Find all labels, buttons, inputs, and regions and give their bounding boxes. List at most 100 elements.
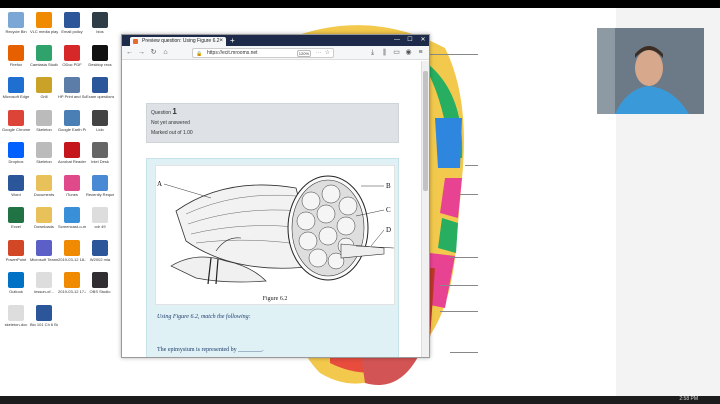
desktop-icon[interactable]: 2019-03-12 17-22-00 — [58, 272, 86, 294]
desktop-icon[interactable]: Outlook — [2, 272, 30, 294]
bookmark-star-icon[interactable]: ☆ — [325, 49, 330, 57]
desktop-icon-label: OBS Studio — [89, 289, 111, 294]
desktop-icon[interactable]: Google Earth Pro — [58, 109, 86, 132]
figure-label-c: C — [386, 206, 391, 214]
minimize-button[interactable]: — — [391, 35, 403, 46]
back-arrow-icon[interactable]: ← — [125, 48, 134, 58]
desktop-icon[interactable]: 2019-03-12 18-10-00 — [58, 239, 86, 262]
desktop-icon[interactable]: Word — [2, 174, 30, 197]
scrollbar-thumb[interactable] — [423, 71, 428, 191]
desktop-icon[interactable]: Downloads — [30, 207, 58, 229]
firefox-icon — [8, 44, 24, 61]
desktop-icon[interactable]: VLC media player — [30, 12, 58, 34]
page-scrollbar[interactable] — [421, 61, 429, 357]
desktop-icon[interactable]: Dropbox — [2, 142, 30, 164]
desktop-icon-label: Grill — [40, 94, 48, 99]
desktop-icon-label: cdr 49 — [94, 224, 106, 229]
desktop-icon[interactable]: HP Print and Scan Doctor — [58, 77, 86, 99]
pdf-icon — [64, 44, 80, 61]
desktop-icon-label: lesson-of... — [34, 289, 54, 294]
desktop-icon[interactable]: Documents — [30, 174, 58, 197]
tab-close-icon[interactable]: × — [219, 37, 223, 46]
download-icon[interactable]: ⤓ — [368, 48, 377, 58]
desktop-icon[interactable]: Screencast-o-matic — [58, 207, 86, 229]
desktop-icon[interactable]: Acrobat Reader DC — [58, 142, 86, 164]
home-icon[interactable]: ⌂ — [161, 48, 170, 58]
maximize-button[interactable]: ☐ — [404, 35, 416, 46]
desktop-icon-label: skeleton-doc — [4, 321, 28, 327]
library-icon[interactable]: ∥ — [380, 48, 389, 58]
browser-toolbar: ← → ↻ ⌂ 🔒 https://ecit.mrooms.net 120% ·… — [122, 46, 429, 60]
desktop-icon[interactable]: Microsoft Teams — [30, 239, 58, 262]
desktop-icon-label: Recently Requests — [86, 191, 114, 197]
file-icon — [92, 207, 108, 223]
desktop-icon-label: 2019-03-12 18-10-00 — [58, 256, 86, 262]
desktop-icon[interactable]: Skeleton — [30, 142, 58, 164]
zoom-level-badge[interactable]: 120% — [296, 50, 311, 57]
figure-label-b: B — [386, 182, 391, 190]
desktop-icon[interactable]: Lido — [86, 109, 114, 132]
desktop-screen: Recycle BinVLC media playerEmail policy b… — [0, 8, 720, 396]
extension-icon[interactable]: ◉ — [404, 48, 413, 58]
menu-icon[interactable]: ≡ — [416, 48, 425, 58]
leader-line — [440, 311, 478, 312]
desktop-icon[interactable]: Firefox — [2, 44, 30, 67]
new-tab-button[interactable]: + — [230, 35, 235, 46]
desktop-icon[interactable]: Recently Requests — [86, 174, 114, 197]
tab-title: Preview question: Using Figure 6.2 — [142, 38, 220, 44]
desktop-icon-label: Documents — [33, 191, 55, 197]
desktop-icon[interactable]: bios — [86, 12, 114, 34]
powerpoint-icon — [8, 239, 24, 256]
desktop-icon-label: bios — [96, 29, 104, 34]
desktop-icon[interactable]: PowerPoint — [2, 239, 30, 262]
desktop-icon[interactable]: Bio 101 Ch 6 Bone — [30, 304, 58, 327]
desktop-icon-label: Excel — [11, 224, 21, 229]
taskbar-clock: 2:58 PM — [679, 396, 698, 402]
desktop-icon[interactable]: Exam questions — [86, 77, 114, 99]
folder-icon — [36, 207, 52, 223]
desktop-icon-label: Skeleton — [36, 126, 52, 132]
question-info-panel: Question 1 Not yet answered Marked out o… — [146, 103, 399, 143]
file-icon — [8, 304, 24, 321]
forward-arrow-icon[interactable]: → — [137, 48, 146, 58]
question-stem: The epimysium is represented by ________… — [157, 347, 264, 353]
desktop-icon[interactable]: cdr 49 — [86, 207, 114, 229]
taskbar-tray — [150, 398, 710, 401]
desktop-icon[interactable]: Camtasia Studio — [30, 44, 58, 67]
desktop-icon[interactable]: OBS Studio — [86, 272, 114, 294]
page-actions-icon[interactable]: ··· — [316, 49, 321, 57]
desktop-icon[interactable]: Google Chrome — [2, 109, 30, 132]
browser-tab[interactable]: Preview question: Using Figure 6.2 × — [130, 37, 226, 46]
vlc-icon — [64, 239, 80, 256]
sidebar-icon[interactable]: ▭ — [392, 48, 401, 58]
desktop-icon[interactable]: skeleton-doc — [2, 304, 30, 327]
desktop-icon[interactable]: Email policy — [58, 12, 86, 34]
muscle-figure: A B C D Figure 6.2 — [155, 165, 395, 305]
desktop-icon[interactable]: Skeleton — [30, 109, 58, 132]
desktop-icon[interactable]: Excel — [2, 207, 30, 229]
desktop-icon[interactable]: lesson-of... — [30, 272, 58, 294]
desktop-icon[interactable]: iTunes — [58, 174, 86, 197]
figure-label-a: A — [157, 180, 162, 188]
desktop-icon[interactable]: Recycle Bin — [2, 12, 30, 34]
desktop-icon-label: W2002 mla — [89, 256, 111, 262]
desktop-icon[interactable]: Intel Desk — [86, 142, 114, 164]
word-doc-icon — [92, 239, 108, 256]
desktop-icon[interactable]: W2002 mla — [86, 239, 114, 262]
desktop-icon-label: Google Chrome — [2, 126, 30, 132]
question-marks: Marked out of 1.00 — [151, 130, 193, 136]
desktop-icon[interactable]: Grill — [30, 77, 58, 99]
reload-icon[interactable]: ↻ — [149, 48, 158, 58]
itunes-icon — [64, 174, 80, 191]
word-doc-icon — [36, 304, 52, 321]
close-window-button[interactable]: ✕ — [417, 35, 429, 46]
desktop-icon[interactable]: Desktop recs — [86, 44, 114, 67]
desktop-icon[interactable]: ODoc PDF — [58, 44, 86, 67]
moodle-favicon-icon — [133, 39, 138, 44]
app-icon — [92, 142, 108, 158]
phone-icon — [92, 109, 108, 126]
desktop-icon[interactable]: Microsoft Edge — [2, 77, 30, 99]
address-bar[interactable]: 🔒 https://ecit.mrooms.net 120% ··· ☆ — [192, 48, 334, 58]
word-doc-icon — [92, 77, 108, 93]
desktop-icon-label: iTunes — [66, 191, 78, 197]
